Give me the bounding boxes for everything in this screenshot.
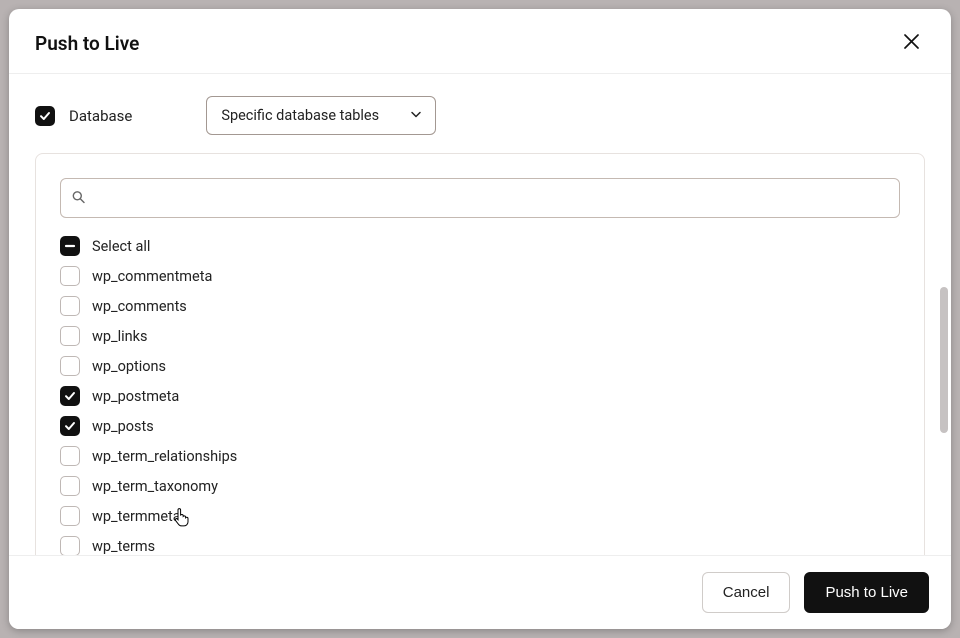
cancel-button[interactable]: Cancel — [702, 572, 791, 613]
select-all-label: Select all — [92, 238, 150, 255]
table-row: wp_posts — [60, 416, 900, 436]
modal-header: Push to Live — [9, 9, 951, 74]
select-all-row: Select all — [60, 236, 900, 256]
push-to-live-button[interactable]: Push to Live — [804, 572, 929, 613]
table-checkbox[interactable] — [60, 506, 80, 526]
table-name-label: wp_posts — [92, 418, 154, 435]
table-name-label: wp_comments — [92, 298, 187, 315]
table-name-label: wp_postmeta — [92, 388, 179, 405]
table-checkbox[interactable] — [60, 476, 80, 496]
close-icon — [904, 34, 919, 52]
table-row: wp_term_relationships — [60, 446, 900, 466]
table-checkbox[interactable] — [60, 446, 80, 466]
table-list: Select all wp_commentmeta wp_comments wp_l… — [60, 236, 900, 555]
modal-title: Push to Live — [35, 32, 139, 55]
table-checkbox[interactable] — [60, 536, 80, 555]
table-row: wp_term_taxonomy — [60, 476, 900, 496]
push-to-live-modal: Push to Live Database Specific database … — [9, 9, 951, 629]
table-name-label: wp_links — [92, 328, 147, 345]
table-checkbox[interactable] — [60, 326, 80, 346]
database-row: Database Specific database tables — [35, 96, 925, 135]
table-row: wp_options — [60, 356, 900, 376]
table-name-label: wp_term_taxonomy — [92, 478, 218, 495]
tables-panel: Select all wp_commentmeta wp_comments wp_l… — [35, 153, 925, 555]
scrollbar-thumb[interactable] — [940, 287, 948, 433]
table-row: wp_commentmeta — [60, 266, 900, 286]
chevron-down-icon — [410, 107, 422, 124]
close-button[interactable] — [897, 29, 925, 57]
table-checkbox[interactable] — [60, 386, 80, 406]
table-checkbox[interactable] — [60, 266, 80, 286]
table-name-label: wp_term_relationships — [92, 448, 237, 465]
table-name-label: wp_options — [92, 358, 166, 375]
table-name-label: wp_terms — [92, 538, 155, 555]
table-checkbox[interactable] — [60, 356, 80, 376]
table-name-label: wp_commentmeta — [92, 268, 212, 285]
scope-select[interactable]: Specific database tables — [206, 96, 436, 135]
select-all-checkbox[interactable] — [60, 236, 80, 256]
table-row: wp_postmeta — [60, 386, 900, 406]
scope-selected-value: Specific database tables — [221, 107, 379, 124]
table-row: wp_terms — [60, 536, 900, 555]
table-row: wp_termmeta — [60, 506, 900, 526]
database-label: Database — [69, 107, 132, 125]
table-row: wp_links — [60, 326, 900, 346]
database-checkbox[interactable] — [35, 106, 55, 126]
search-input[interactable] — [60, 178, 900, 218]
table-checkbox[interactable] — [60, 416, 80, 436]
table-name-label: wp_termmeta — [92, 508, 181, 525]
table-checkbox[interactable] — [60, 296, 80, 316]
table-row: wp_comments — [60, 296, 900, 316]
modal-footer: Cancel Push to Live — [9, 555, 951, 629]
modal-body: Database Specific database tables — [9, 74, 951, 555]
search-wrap — [60, 178, 900, 218]
